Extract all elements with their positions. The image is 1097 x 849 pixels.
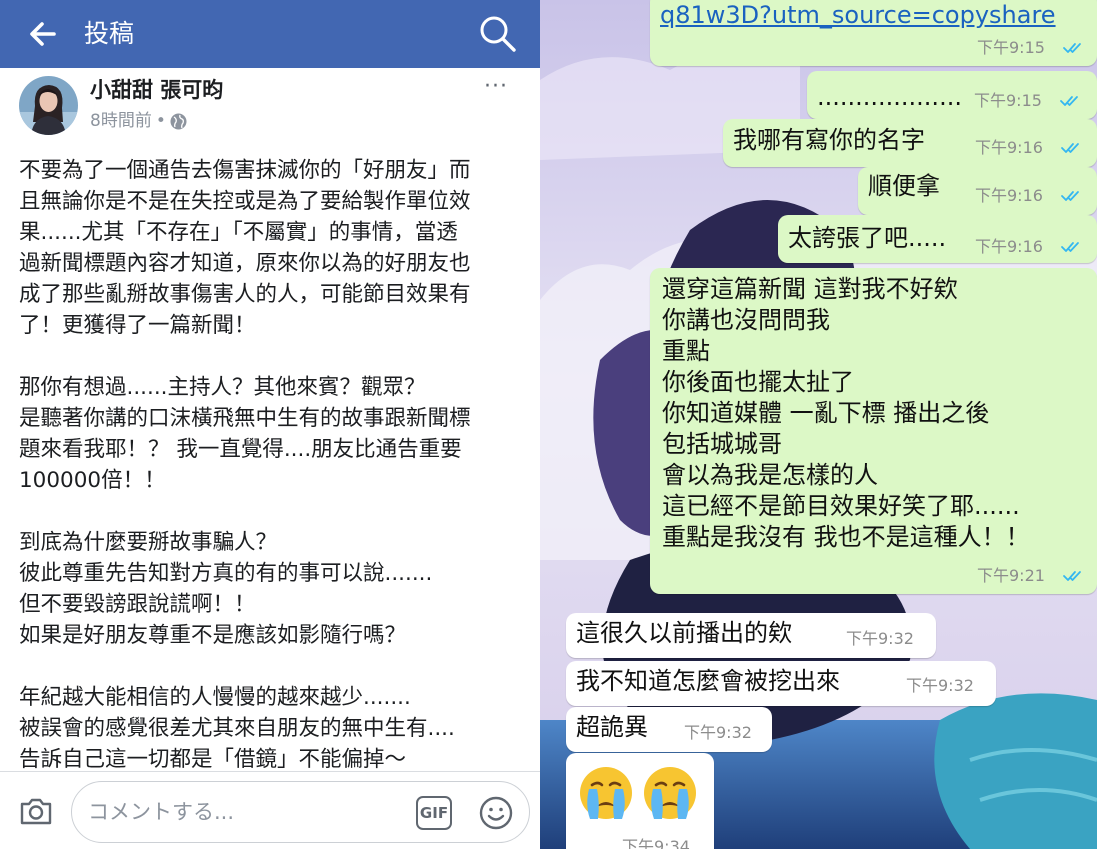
outgoing-message[interactable]: 順便拿下午9:16 <box>858 167 1097 215</box>
message-text: 超詭異 <box>576 713 648 741</box>
comment-input[interactable]: コメントする... GIF <box>71 781 530 843</box>
outgoing-message[interactable]: q81w3D?utm_source=copyshare 下午9:15 <box>650 0 1097 66</box>
message-time: 下午9:32 <box>684 723 752 742</box>
message-link[interactable]: q81w3D?utm_source=copyshare <box>660 0 1056 31</box>
post-text-line: 100000倍！！ <box>19 468 166 493</box>
header-title: 投稿 <box>84 19 135 48</box>
read-receipt-icon <box>1063 571 1081 581</box>
post-text-line: 到底為什麼要掰故事騙人？ <box>19 530 278 555</box>
post-text-line: 那你有想過......主持人？其他來賓？觀眾？ <box>19 375 426 400</box>
post-meta: 8時間前 • <box>90 110 187 132</box>
facebook-post-screen: 投稿 小甜甜 張可昀 8時間前 • ··· 不要為了一個通告去傷害抹滅你的「好朋… <box>0 0 540 849</box>
post-text: 不要為了一個通告去傷害抹滅你的「好朋友」而 且無論你是不是在失控或是為了要給製作單… <box>19 155 531 775</box>
message-time: 下午9:16 <box>975 237 1043 256</box>
emoji-row <box>578 765 706 829</box>
post-text-line: 過新聞標題內容才知道，原來你以為的好朋友也 <box>19 251 471 276</box>
post-text-line: 果......尤其「不存在」「不屬實」的事情，當透 <box>19 220 458 245</box>
post-text-line: 不要為了一個通告去傷害抹滅你的「好朋友」而 <box>19 158 471 183</box>
post-time: 8時間前 <box>90 111 152 131</box>
avatar[interactable] <box>19 76 78 135</box>
post-author[interactable]: 小甜甜 張可昀 <box>90 76 223 104</box>
post-text-line: 如果是好朋友尊重不是應該如影隨行嗎？ <box>19 623 407 648</box>
message-text: 太誇張了吧..... <box>788 224 947 252</box>
message-text: 順便拿 <box>868 172 940 200</box>
chat-screen: q81w3D?utm_source=copyshare 下午9:15.......… <box>540 0 1097 849</box>
post-header: 小甜甜 張可昀 8時間前 • ··· <box>0 68 540 150</box>
incoming-message[interactable]: 超詭異 下午9:32 <box>566 707 772 752</box>
message-time: 下午9:32 <box>846 629 914 648</box>
read-receipt-icon <box>1061 143 1079 153</box>
read-receipt-icon <box>1061 242 1079 252</box>
crying-face-icon <box>578 765 634 821</box>
post-text-line: 但不要毀謗跟說謊啊！！ <box>19 592 256 617</box>
message-line: 包括城城哥 <box>662 430 782 458</box>
post-text-line: 年紀越大能相信的人慢慢的越來越少....... <box>19 685 411 710</box>
message-line: 還穿這篇新聞 這對我不好欸 <box>662 275 958 303</box>
incoming-message[interactable]: 這很久以前播出的欸 下午9:32 <box>566 613 936 658</box>
message-line: 你知道媒體 一亂下標 播出之後 <box>662 399 990 427</box>
post-text-line: 成了那些亂掰故事傷害人的人，可能節目效果有 <box>19 282 471 307</box>
globe-icon <box>170 113 187 129</box>
crying-face-icon <box>642 765 698 821</box>
read-receipt-icon <box>1061 191 1079 201</box>
post-text-line: 是聽著你講的口沫橫飛無中生有的故事跟新聞標 <box>19 406 471 431</box>
message-time: 下午9:16 <box>975 186 1043 205</box>
post-text-line: 了！更獲得了一篇新聞！ <box>19 313 256 338</box>
gif-button[interactable]: GIF <box>416 796 452 830</box>
message-time: 下午9:15 <box>974 91 1042 110</box>
outgoing-message[interactable]: 我哪有寫你的名字 下午9:16 <box>723 119 1097 167</box>
message-time: 下午9:32 <box>906 676 974 695</box>
smiley-icon[interactable] <box>478 795 514 831</box>
meta-separator: • <box>155 111 166 131</box>
message-line: 你後面也擺太扯了 <box>662 368 854 396</box>
comment-placeholder: コメントする... <box>88 800 235 824</box>
read-receipt-icon <box>1063 43 1081 53</box>
message-time: 下午9:34 <box>622 837 690 849</box>
camera-icon[interactable] <box>18 793 54 829</box>
search-icon[interactable] <box>478 14 518 54</box>
comment-bar: コメントする... GIF <box>0 771 540 849</box>
message-line: 重點是我沒有 我也不是這種人！！ <box>662 523 1030 551</box>
app-header: 投稿 <box>0 0 540 68</box>
post-text-line: 題來看我耶！？ 我一直覺得....朋友比通告重要 <box>19 437 462 462</box>
message-text: 還穿這篇新聞 這對我不好欸 你講也沒問問我 重點你後面也擺太扯了你知道媒體 一亂下標… <box>662 274 1030 553</box>
message-line: 重點 <box>662 337 710 365</box>
message-line: 這已經不是節目效果好笑了耶...... <box>662 492 1020 520</box>
outgoing-message[interactable]: ................... 下午9:15 <box>807 71 1097 119</box>
incoming-message[interactable]: 我不知道怎麼會被挖出來 下午9:32 <box>566 661 996 706</box>
message-text: 我不知道怎麼會被挖出來 <box>576 667 840 695</box>
more-options-button[interactable]: ··· <box>484 76 516 98</box>
message-text: 我哪有寫你的名字 <box>733 126 925 154</box>
message-time: 下午9:21 <box>977 566 1045 585</box>
incoming-message[interactable]: 下午9:34 <box>566 753 714 849</box>
message-text: ................... <box>817 83 962 111</box>
read-receipt-icon <box>1060 96 1078 106</box>
message-time: 下午9:16 <box>975 138 1043 157</box>
post-text-line: 被誤會的感覺很差尤其來自朋友的無中生有.... <box>19 716 455 741</box>
post-text-line: 且無論你是不是在失控或是為了要給製作單位效 <box>19 189 471 214</box>
message-time: 下午9:15 <box>977 38 1045 57</box>
message-line: 你講也沒問問我 <box>662 306 830 334</box>
outgoing-message[interactable]: 還穿這篇新聞 這對我不好欸 你講也沒問問我 重點你後面也擺太扯了你知道媒體 一亂下標… <box>650 268 1097 594</box>
outgoing-message[interactable]: 太誇張了吧..... 下午9:16 <box>778 215 1097 263</box>
back-arrow-icon[interactable] <box>24 16 60 52</box>
post-text-line: 彼此尊重先告知對方真的有的事可以說....... <box>19 561 433 586</box>
message-text: 這很久以前播出的欸 <box>576 619 792 647</box>
message-line: 會以為我是怎樣的人 <box>662 461 878 489</box>
